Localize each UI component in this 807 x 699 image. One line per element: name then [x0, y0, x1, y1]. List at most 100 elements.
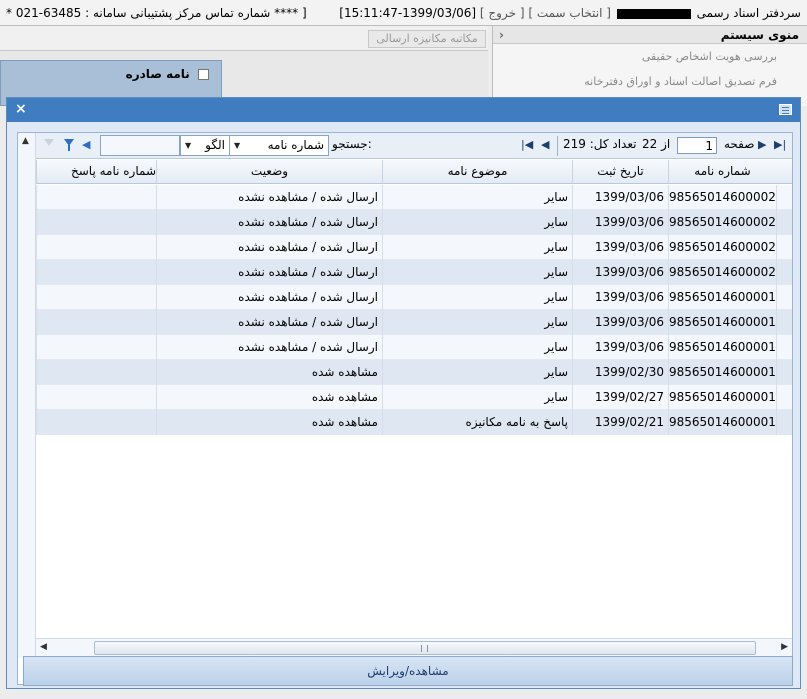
- cell-subject: سایر: [382, 285, 572, 310]
- cell-subject: سایر: [382, 210, 572, 235]
- col-response-number[interactable]: شماره نامه پاسخ: [36, 160, 156, 184]
- search-field-select[interactable]: شماره نامه ▼: [229, 135, 329, 156]
- scroll-right-icon[interactable]: ▶: [781, 642, 788, 652]
- table-row[interactable]: 985650146000018 1399/03/06 سایر ارسال شده /…: [36, 310, 792, 335]
- cell-status: ارسال شده / مشاهده نشده: [156, 260, 382, 285]
- issued-letter-label: نامه صادره: [125, 67, 190, 81]
- menu-item-authenticity[interactable]: فرم تصدیق اصالت اسناد و اوراق دفترخانه: [493, 75, 807, 88]
- cell-response-number: [36, 285, 156, 310]
- expand-left-icon[interactable]: ◀: [82, 138, 90, 151]
- close-icon[interactable]: ×: [15, 101, 27, 117]
- cell-subject: سایر: [382, 235, 572, 260]
- cell-letter-number: 985650146000015: [668, 385, 776, 410]
- cell-letter-number: 985650146000017: [668, 335, 776, 360]
- page-count-label: از 22: [642, 137, 671, 151]
- cell-status: ارسال شده / مشاهده نشده: [156, 310, 382, 335]
- system-menu-header: منوی سیستم ‹: [493, 26, 807, 44]
- cell-response-number: [36, 235, 156, 260]
- menu-item-identity[interactable]: بررسی هویت اشخاص حقیقی: [493, 50, 807, 63]
- cell-subject: سایر: [382, 310, 572, 335]
- cell-letter-number: 985650146000022: [668, 210, 776, 235]
- cell-letter-number: 985650146000023: [668, 185, 776, 210]
- vertical-scrollbar[interactable]: ▲: [18, 133, 36, 658]
- col-subject[interactable]: موضوع نامه: [382, 160, 572, 184]
- content-area: مکاتبه مکانیزه ارسالی نامه صادره: [0, 26, 488, 106]
- cell-register-date: 1399/03/06: [572, 185, 668, 210]
- table-row[interactable]: 985650146000014 1399/02/21 پاسخ به نامه مک…: [36, 410, 792, 435]
- cell-row-selector: [776, 385, 792, 410]
- letters-dialog: × ▲ ▶| ▶ صفحه از 22 تعداد کل: 219 ◀ |◀ ج…: [6, 97, 801, 689]
- letters-table: شماره نامه تاریخ ثبت موضوع نامه وضعیت شم…: [36, 160, 792, 658]
- table-row[interactable]: 985650146000020 1399/03/06 سایر ارسال شده /…: [36, 260, 792, 285]
- cell-subject: سایر: [382, 185, 572, 210]
- page-number-input[interactable]: [677, 137, 717, 154]
- dropdown-arrow-icon: ▼: [234, 141, 241, 150]
- table-row[interactable]: 985650146000017 1399/03/06 سایر ارسال شده /…: [36, 335, 792, 360]
- search-label: جستجو:: [332, 137, 372, 151]
- grid-toolbar: ▶| ▶ صفحه از 22 تعداد کل: 219 ◀ |◀ جستجو…: [36, 133, 792, 159]
- cell-response-number: [36, 335, 156, 360]
- first-page-icon[interactable]: ▶|: [774, 138, 786, 151]
- table-row[interactable]: 985650146000021 1399/03/06 سایر ارسال شده /…: [36, 235, 792, 260]
- cell-response-number: [36, 210, 156, 235]
- cell-subject: پاسخ به نامه مکانیزه: [382, 410, 572, 435]
- col-status[interactable]: وضعیت: [156, 160, 382, 184]
- cell-response-number: [36, 410, 156, 435]
- chevron-left-icon[interactable]: ‹: [499, 26, 504, 44]
- table-row[interactable]: 985650146000022 1399/03/06 سایر ارسال شده /…: [36, 210, 792, 235]
- cell-row-selector: [776, 410, 792, 435]
- top-bar: سردفتر اسناد رسمی [ انتخاب سمت ] [ خروج …: [0, 0, 807, 26]
- cell-letter-number: 985650146000020: [668, 260, 776, 285]
- system-menu: منوی سیستم ‹ بررسی هویت اشخاص حقیقی فرم …: [492, 26, 807, 106]
- grid-panel: ▲ ▶| ▶ صفحه از 22 تعداد کل: 219 ◀ |◀ جست…: [17, 132, 793, 685]
- cell-response-number: [36, 385, 156, 410]
- table-row[interactable]: 985650146000023 1399/03/06 سایر ارسال شده /…: [36, 185, 792, 210]
- cell-subject: سایر: [382, 260, 572, 285]
- pattern-select[interactable]: الگو ▼: [180, 135, 230, 156]
- cell-letter-number: 985650146000021: [668, 235, 776, 260]
- tab-sent-correspondence[interactable]: مکاتبه مکانیزه ارسالی: [368, 30, 486, 48]
- cell-row-selector: [776, 335, 792, 360]
- cell-response-number: [36, 310, 156, 335]
- cell-response-number: [36, 360, 156, 385]
- dropdown-arrow-icon: ▼: [185, 141, 192, 150]
- system-menu-title: منوی سیستم: [720, 28, 799, 42]
- page-label: صفحه: [724, 137, 755, 151]
- table-row[interactable]: 985650146000019 1399/03/06 سایر ارسال شده /…: [36, 285, 792, 310]
- prev-page-icon[interactable]: ◀: [541, 138, 549, 151]
- dialog-title-bar: ×: [7, 98, 800, 122]
- search-input[interactable]: [100, 135, 180, 156]
- cell-subject: سایر: [382, 335, 572, 360]
- last-page-icon[interactable]: |◀: [521, 138, 533, 151]
- scroll-up-icon[interactable]: ▲: [22, 136, 29, 146]
- support-phone: [ **** شماره تماس مرکز پشتیبانی سامانه :…: [6, 6, 307, 20]
- logout-link[interactable]: [ خروج ]: [480, 6, 525, 20]
- cell-register-date: 1399/02/27: [572, 385, 668, 410]
- cell-row-selector: [776, 310, 792, 335]
- checkbox-icon[interactable]: [198, 69, 209, 80]
- search-field-value: شماره نامه: [267, 138, 324, 152]
- cell-letter-number: 985650146000018: [668, 310, 776, 335]
- cell-register-date: 1399/03/06: [572, 285, 668, 310]
- cell-letter-number: 985650146000016: [668, 360, 776, 385]
- filter-icon[interactable]: [64, 139, 74, 151]
- cell-register-date: 1399/03/06: [572, 210, 668, 235]
- table-row[interactable]: 985650146000016 1399/02/30 سایر مشاهده شده: [36, 360, 792, 385]
- cell-status: مشاهده شده: [156, 385, 382, 410]
- view-edit-button[interactable]: مشاهده/ویرایش: [23, 656, 793, 686]
- next-page-icon[interactable]: ▶: [758, 138, 766, 151]
- table-row[interactable]: 985650146000015 1399/02/27 سایر مشاهده شده: [36, 385, 792, 410]
- cell-status: مشاهده شده: [156, 410, 382, 435]
- grip-icon: [421, 645, 428, 652]
- scroll-left-icon[interactable]: ◀: [40, 642, 47, 652]
- cell-register-date: 1399/03/06: [572, 335, 668, 360]
- redacted-username: [616, 8, 691, 19]
- horizontal-scrollbar[interactable]: ◀ ▶: [36, 638, 792, 656]
- scroll-thumb[interactable]: [94, 641, 756, 655]
- change-role-link[interactable]: [ انتخاب سمت ]: [528, 6, 611, 20]
- cell-row-selector: [776, 185, 792, 210]
- cell-status: مشاهده شده: [156, 360, 382, 385]
- cell-register-date: 1399/03/06: [572, 260, 668, 285]
- col-register-date[interactable]: تاریخ ثبت: [572, 160, 668, 184]
- col-letter-number[interactable]: شماره نامه: [668, 160, 776, 184]
